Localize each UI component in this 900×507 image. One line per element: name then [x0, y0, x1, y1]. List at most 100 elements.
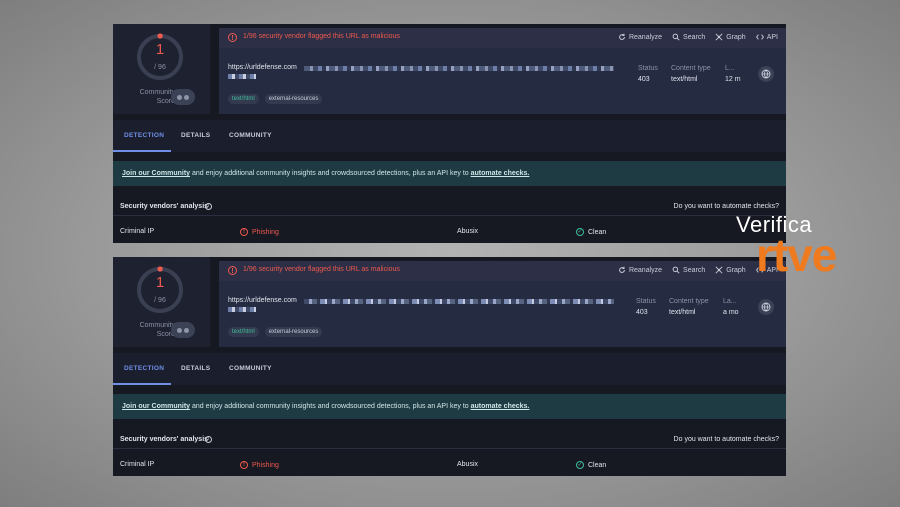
tab-detection[interactable]: DETECTION — [124, 365, 164, 372]
info-icon[interactable]: i — [205, 436, 212, 443]
alert-icon: ! — [228, 33, 237, 42]
vendor-result-phishing: ! Phishing — [240, 461, 279, 469]
detection-total: / 96 — [154, 64, 166, 71]
automate-checks-question[interactable]: Do you want to automate checks? — [674, 203, 779, 210]
vendor-row: Criminal IP ! Phishing Abusix ✓ Clean — [113, 221, 786, 243]
alert-text: 1/96 security vendor flagged this URL as… — [243, 33, 400, 40]
join-community-link[interactable]: Join our Community — [122, 403, 190, 410]
automate-checks-question[interactable]: Do you want to automate checks? — [674, 436, 779, 443]
vendor-row: Criminal IP ! Phishing Abusix ✓ Clean — [113, 454, 786, 476]
join-community-link[interactable]: Join our Community — [122, 170, 190, 177]
vote-toggle[interactable] — [171, 89, 195, 105]
tab-community[interactable]: COMMUNITY — [229, 132, 272, 139]
reanalyze-button[interactable]: Reanalyze — [618, 266, 662, 274]
vote-dot-icon — [177, 94, 182, 100]
tag-external-resources[interactable]: external-resources — [264, 327, 323, 337]
detection-total: / 96 — [154, 297, 166, 304]
vendors-analysis-header: Security vendors' analysis i Do you want… — [113, 196, 786, 216]
url-summary-panel: ! 1/96 security vendor flagged this URL … — [219, 28, 786, 114]
vendor-result-clean: ✓ Clean — [576, 461, 607, 469]
graph-icon — [715, 266, 723, 274]
alert-icon: ! — [228, 266, 237, 275]
analyzed-url[interactable]: https://urldefense.com — [228, 297, 297, 304]
url-summary-panel: ! 1/96 security vendor flagged this URL … — [219, 261, 786, 347]
globe-icon — [758, 66, 774, 82]
community-score-panel: 1 / 96 Community Score — [113, 24, 210, 114]
graph-button[interactable]: Graph — [715, 33, 746, 41]
search-icon — [672, 33, 680, 41]
refresh-icon — [619, 33, 625, 40]
alert-text: 1/96 security vendor flagged this URL as… — [243, 266, 400, 273]
analysis-title: Security vendors' analysis — [120, 203, 209, 210]
vendor-result-phishing: ! Phishing — [240, 228, 279, 236]
community-banner: Join our Community and enjoy additional … — [113, 161, 786, 186]
vote-dot-icon — [184, 327, 189, 333]
community-score-panel: 1 / 96 Community Score — [113, 257, 210, 347]
meta-last-analysis: La... a mo — [723, 298, 739, 316]
check-icon: ✓ — [576, 228, 584, 236]
meta-content-type: Content type text/html — [669, 298, 709, 316]
malicious-alert: ! 1/96 security vendor flagged this URL … — [219, 261, 786, 281]
banner-text: Join our Community and enjoy additional … — [122, 170, 530, 177]
api-button[interactable]: API — [755, 33, 778, 41]
redacted-url-pixels — [304, 66, 614, 71]
tag-content-type[interactable]: text/html — [228, 94, 259, 104]
vendor-result-clean: ✓ Clean — [576, 228, 607, 236]
search-button[interactable]: Search — [672, 266, 705, 274]
tab-details[interactable]: DETAILS — [181, 132, 210, 139]
vendors-analysis-header: Security vendors' analysis i Do you want… — [113, 429, 786, 449]
tag-list: text/html external-resources — [228, 327, 323, 337]
malicious-alert: ! 1/96 security vendor flagged this URL … — [219, 28, 786, 48]
vendor-name: Criminal IP — [120, 228, 155, 235]
meta-status: Status 403 — [636, 298, 656, 316]
alert-icon: ! — [240, 461, 248, 469]
analysis-title: Security vendors' analysis — [120, 436, 209, 443]
meta-content-type: Content type text/html — [671, 65, 711, 83]
detection-score: 1 — [155, 274, 165, 291]
virustotal-screenshot-top: 1 / 96 Community Score ! 1/96 security ve… — [113, 24, 786, 243]
meta-status: Status 403 — [638, 65, 658, 83]
active-tab-indicator — [113, 150, 171, 152]
refresh-icon — [619, 266, 625, 273]
verifica-rtve-logo: Verifica rtve — [734, 212, 854, 287]
meta-last-analysis: L... 12 m — [725, 65, 741, 83]
code-icon — [755, 34, 764, 40]
redacted-url-pixels-line2 — [228, 307, 256, 312]
check-icon: ✓ — [576, 461, 584, 469]
vote-dot-icon — [177, 327, 182, 333]
search-button[interactable]: Search — [672, 33, 705, 41]
reanalyze-button[interactable]: Reanalyze — [618, 33, 662, 41]
vote-dot-icon — [184, 94, 189, 100]
tab-bar: DETECTION DETAILS COMMUNITY — [113, 353, 786, 385]
redacted-url-pixels — [304, 299, 614, 304]
automate-checks-link[interactable]: automate checks. — [471, 170, 530, 177]
search-icon — [672, 266, 680, 274]
analyzed-url[interactable]: https://urldefense.com — [228, 64, 297, 71]
automate-checks-link[interactable]: automate checks. — [471, 403, 530, 410]
alert-icon: ! — [240, 228, 248, 236]
redacted-url-pixels-line2 — [228, 74, 256, 79]
tag-external-resources[interactable]: external-resources — [264, 94, 323, 104]
globe-icon — [758, 299, 774, 315]
vendor-name: Criminal IP — [120, 461, 155, 468]
graph-icon — [715, 33, 723, 41]
community-banner: Join our Community and enjoy additional … — [113, 394, 786, 419]
tab-bar: DETECTION DETAILS COMMUNITY — [113, 120, 786, 152]
tag-list: text/html external-resources — [228, 94, 323, 104]
community-score-label: Community Score — [139, 322, 175, 338]
active-tab-indicator — [113, 383, 171, 385]
logo-rtve-text: rtve — [756, 229, 837, 281]
info-icon[interactable]: i — [205, 203, 212, 210]
banner-text: Join our Community and enjoy additional … — [122, 403, 530, 410]
vote-toggle[interactable] — [171, 322, 195, 338]
tag-content-type[interactable]: text/html — [228, 327, 259, 337]
vendor-name: Abusix — [457, 461, 479, 468]
detection-score: 1 — [155, 41, 165, 58]
toolbar: Reanalyze Search Graph API — [618, 33, 778, 41]
tab-detection[interactable]: DETECTION — [124, 132, 164, 139]
vendor-name: Abusix — [457, 228, 479, 235]
tab-community[interactable]: COMMUNITY — [229, 365, 272, 372]
virustotal-screenshot-bottom: 1 / 96 Community Score ! 1/96 security ve… — [113, 257, 786, 476]
community-score-label: Community Score — [139, 89, 175, 105]
tab-details[interactable]: DETAILS — [181, 365, 210, 372]
